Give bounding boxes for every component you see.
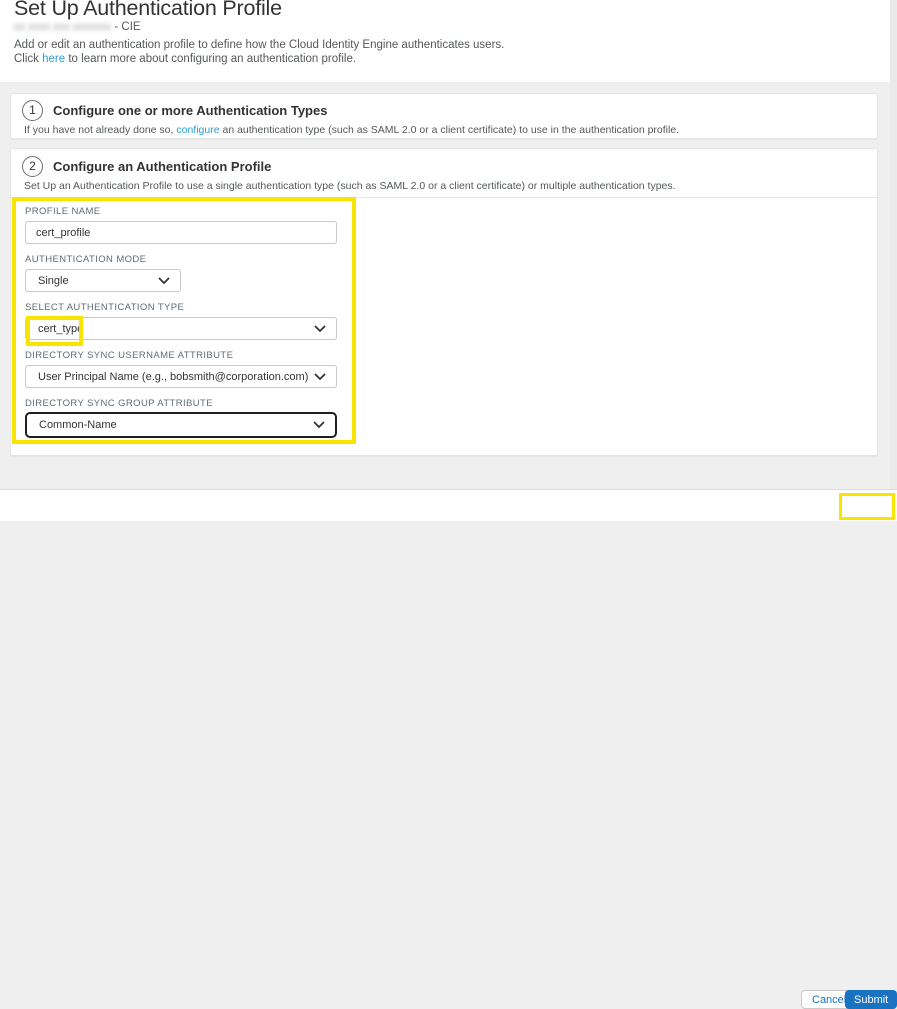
step1-description: If you have not already done so, configu… xyxy=(24,124,679,136)
page-description: Add or edit an authentication profile to… xyxy=(14,39,504,51)
username-attr-label: DIRECTORY SYNC USERNAME ATTRIBUTE xyxy=(25,350,233,361)
step2-card: 2 Configure an Authentication Profile Se… xyxy=(10,148,878,456)
breadcrumb: xx xxxx xxx xxxxxxx - CIE xyxy=(14,21,141,33)
chevron-down-icon xyxy=(314,373,326,381)
step2-number-badge: 2 xyxy=(22,156,43,177)
step1-title: Configure one or more Authentication Typ… xyxy=(53,103,327,118)
auth-type-select[interactable]: cert_type xyxy=(25,317,337,340)
chevron-down-icon xyxy=(313,421,325,429)
page-title: Set Up Authentication Profile xyxy=(14,0,282,21)
redacted-tenant-name: xx xxxx xxx xxxxxxx xyxy=(14,21,111,33)
footer-bar: Cancel Submit xyxy=(0,489,897,521)
group-attr-select[interactable]: Common-Name xyxy=(25,412,337,438)
step2-description: Set Up an Authentication Profile to use … xyxy=(24,180,676,192)
group-attr-label: DIRECTORY SYNC GROUP ATTRIBUTE xyxy=(25,398,213,409)
submit-button[interactable]: Submit xyxy=(845,990,897,1009)
step1-card: 1 Configure one or more Authentication T… xyxy=(10,93,878,139)
page-header: Set Up Authentication Profile xx xxxx xx… xyxy=(0,0,890,82)
subtitle-suffix: - CIE xyxy=(114,21,140,33)
section-divider xyxy=(11,197,877,198)
help-text: Click here to learn more about configuri… xyxy=(14,53,356,65)
chevron-down-icon xyxy=(158,277,170,285)
configure-link[interactable]: configure xyxy=(176,124,219,136)
chevron-down-icon xyxy=(314,325,326,333)
auth-mode-select[interactable]: Single xyxy=(25,269,181,292)
profile-name-label: PROFILE NAME xyxy=(25,206,101,217)
step1-number-badge: 1 xyxy=(22,100,43,121)
auth-mode-label: AUTHENTICATION MODE xyxy=(25,254,146,265)
page: Set Up Authentication Profile xx xxxx xx… xyxy=(0,0,897,521)
step2-title: Configure an Authentication Profile xyxy=(53,159,271,174)
profile-name-input[interactable] xyxy=(25,221,337,244)
help-link[interactable]: here xyxy=(42,53,65,65)
auth-type-label: SELECT AUTHENTICATION TYPE xyxy=(25,302,184,313)
username-attr-select[interactable]: User Principal Name (e.g., bobsmith@corp… xyxy=(25,365,337,388)
vertical-scrollbar[interactable] xyxy=(890,0,897,521)
